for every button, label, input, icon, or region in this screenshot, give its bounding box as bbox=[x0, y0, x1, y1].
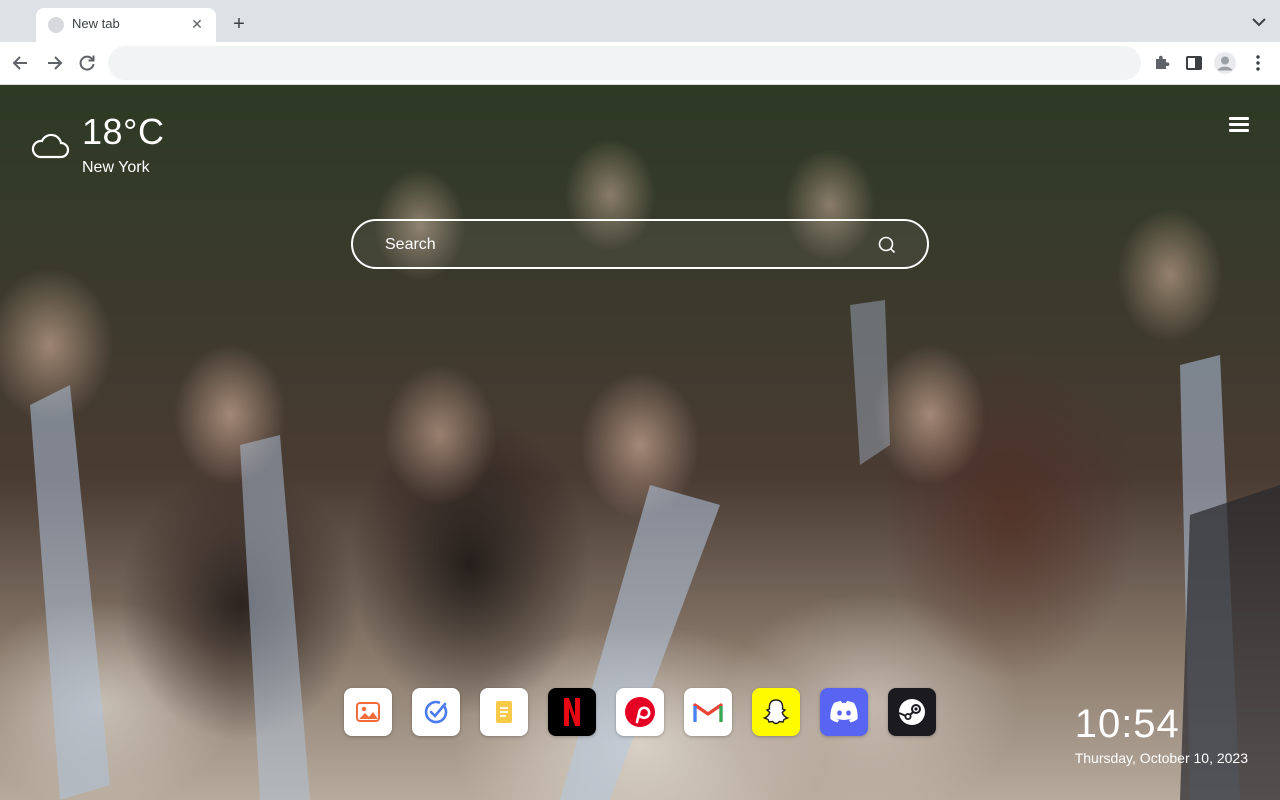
new-tab-page: 18°C New York Search 10:54 Thursday, Oct… bbox=[0, 85, 1280, 800]
app-snapchat[interactable] bbox=[752, 688, 800, 736]
search-icon[interactable] bbox=[877, 235, 897, 255]
steam-icon bbox=[898, 699, 925, 725]
more-vert-icon[interactable] bbox=[1248, 53, 1268, 73]
search-input[interactable] bbox=[383, 221, 867, 269]
clock-time: 10:54 bbox=[1074, 702, 1180, 746]
side-panel-icon[interactable] bbox=[1184, 53, 1204, 73]
tab-favicon-icon bbox=[48, 17, 64, 33]
gmail-icon bbox=[693, 703, 723, 722]
tab-strip: New tab ✕ + bbox=[0, 0, 1280, 42]
checkmark-icon bbox=[424, 700, 448, 724]
reload-icon[interactable] bbox=[76, 52, 98, 74]
cloud-icon bbox=[31, 133, 70, 159]
profile-avatar-icon[interactable] bbox=[1213, 51, 1237, 75]
gallery-icon bbox=[356, 702, 380, 722]
temperature: 18°C bbox=[82, 111, 165, 152]
back-arrow-icon[interactable] bbox=[10, 52, 32, 74]
tab-title: New tab bbox=[72, 16, 120, 31]
tab-close-icon[interactable]: ✕ bbox=[188, 15, 206, 33]
new-tab-button[interactable]: + bbox=[228, 13, 250, 35]
weather-city: New York bbox=[82, 159, 150, 176]
clock-widget: 10:54 Thursday, October 10, 2023 bbox=[1075, 704, 1248, 766]
app-notes[interactable] bbox=[480, 688, 528, 736]
chevron-down-icon[interactable] bbox=[1250, 16, 1268, 28]
app-gmail[interactable] bbox=[684, 688, 732, 736]
browser-toolbar bbox=[0, 42, 1280, 85]
netflix-icon bbox=[564, 698, 580, 726]
pinterest-icon bbox=[625, 697, 655, 727]
hamburger-menu-icon[interactable] bbox=[1229, 117, 1249, 133]
clock-date: Thursday, October 10, 2023 bbox=[1074, 750, 1248, 766]
app-discord[interactable] bbox=[820, 688, 868, 736]
forward-arrow-icon[interactable] bbox=[43, 52, 65, 74]
search-box bbox=[351, 219, 929, 269]
app-netflix[interactable] bbox=[548, 688, 596, 736]
extensions-puzzle-icon[interactable] bbox=[1152, 53, 1172, 73]
snapchat-icon bbox=[762, 699, 790, 725]
discord-icon bbox=[830, 701, 858, 723]
tab-new-tab[interactable]: New tab ✕ bbox=[36, 8, 216, 42]
app-steam[interactable] bbox=[888, 688, 936, 736]
app-todo[interactable] bbox=[412, 688, 460, 736]
address-bar[interactable] bbox=[108, 46, 1141, 80]
app-gallery[interactable] bbox=[344, 688, 392, 736]
app-pinterest[interactable] bbox=[616, 688, 664, 736]
notes-icon bbox=[496, 701, 512, 723]
